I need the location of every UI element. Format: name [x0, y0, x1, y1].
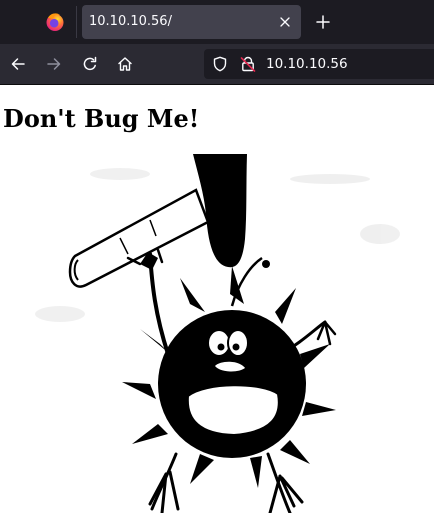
firefox-view-button[interactable] [40, 7, 70, 37]
arrow-right-icon [47, 58, 61, 70]
tab-separator [76, 6, 77, 38]
home-icon [118, 57, 132, 71]
arrow-left-icon [11, 58, 25, 70]
reload-icon [83, 56, 97, 71]
url-bar[interactable]: 10.10.10.56 [204, 49, 434, 79]
browser-window: 10.10.10.56/ 10.10.10.56 Don't Bug Me! [0, 0, 434, 513]
close-icon [280, 17, 290, 27]
lock-insecure-icon[interactable] [240, 56, 256, 72]
firefox-icon [46, 13, 64, 31]
new-tab-button[interactable] [313, 12, 333, 32]
tab-active[interactable]: 10.10.10.56/ [82, 5, 301, 39]
url-text[interactable]: 10.10.10.56 [266, 56, 348, 72]
tab-title: 10.10.10.56/ [89, 14, 172, 29]
plus-icon [316, 15, 330, 29]
tab-close-button[interactable] [277, 14, 293, 30]
bug-with-hammer-illustration [35, 154, 400, 513]
page-heading: Don't Bug Me! [3, 104, 200, 133]
home-button[interactable] [114, 53, 136, 75]
forward-button[interactable] [43, 53, 65, 75]
page-content: Don't Bug Me! [0, 85, 434, 513]
tab-strip: 10.10.10.56/ [0, 0, 434, 44]
navigation-toolbar: 10.10.10.56 [0, 44, 434, 85]
shield-icon[interactable] [212, 56, 228, 72]
reload-button[interactable] [79, 53, 101, 75]
back-button[interactable] [7, 53, 29, 75]
